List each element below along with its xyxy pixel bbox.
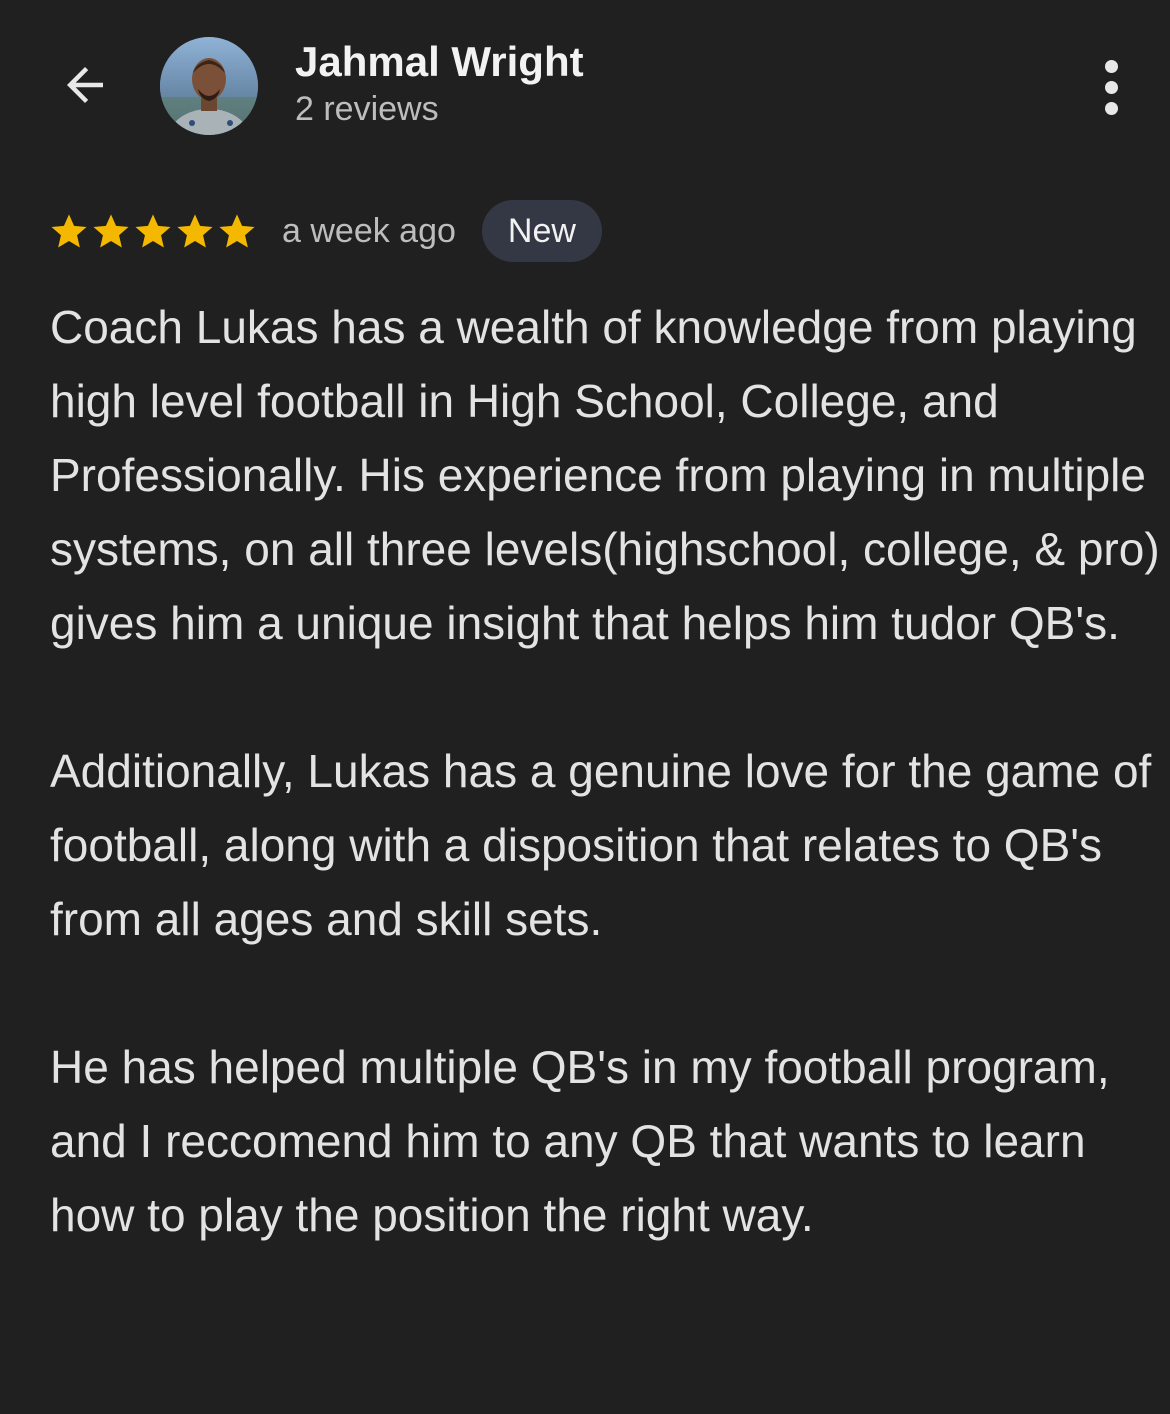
reviewer-name[interactable]: Jahmal Wright [295,38,584,86]
review-paragraph: Coach Lukas has a wealth of knowledge fr… [50,301,1160,649]
star-icon [177,214,213,248]
star-rating [48,210,258,252]
more-vertical-icon [1104,59,1118,73]
avatar-image [160,37,258,135]
review-paragraph: He has helped multiple QB's in my footba… [50,1041,1110,1241]
avatar[interactable] [160,37,258,135]
arrow-back-icon [67,67,103,103]
star-icon [93,214,129,248]
reviewer-header: Jahmal Wright 2 reviews [0,0,1170,170]
more-vertical-icon-dot [1104,80,1118,94]
more-options-button[interactable] [1085,55,1137,119]
review-time: a week ago [282,211,456,250]
new-badge: New [481,200,602,262]
star-icon [219,214,255,248]
back-button[interactable] [50,52,120,118]
review-count: 2 reviews [295,90,439,128]
more-vertical-icon-dot [1104,101,1118,115]
review-meta: a week ago New [48,200,602,262]
star-icon [135,214,171,248]
star-icon [51,214,87,248]
review-text: Coach Lukas has a wealth of knowledge fr… [50,290,1160,1252]
review-paragraph: Additionally, Lukas has a genuine love f… [50,745,1152,945]
